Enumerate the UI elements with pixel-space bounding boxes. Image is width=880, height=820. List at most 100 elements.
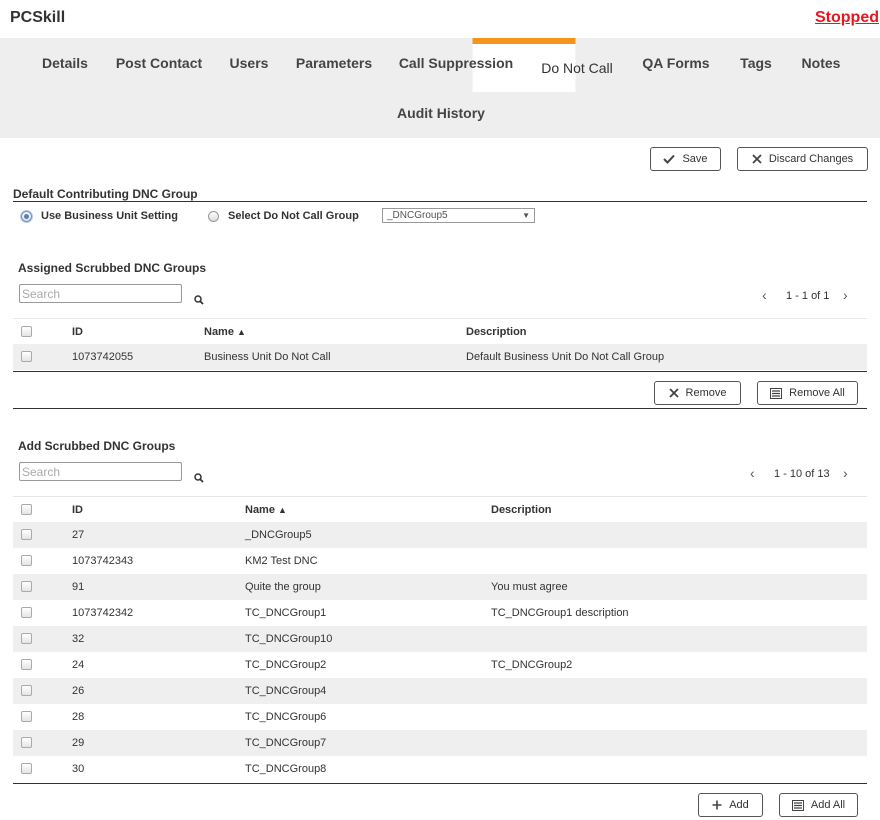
table-row: 1073742055 Business Unit Do Not Call Def… <box>13 344 867 370</box>
cell-id: 26 <box>72 685 85 697</box>
cell-name: TC_DNCGroup1 <box>245 607 327 619</box>
status-link[interactable]: Stopped <box>815 9 879 27</box>
tab-users[interactable]: Users <box>230 55 269 71</box>
assigned-search-input[interactable] <box>19 284 182 303</box>
row-checkbox[interactable] <box>21 633 32 644</box>
assigned-prev-page-icon[interactable]: ‹ <box>762 287 767 303</box>
available-table-header: ID Name ▲ Description <box>13 496 867 523</box>
discard-changes-button[interactable]: Discard Changes <box>737 147 868 171</box>
row-checkbox[interactable] <box>21 737 32 748</box>
cell-name: Business Unit Do Not Call <box>204 351 331 363</box>
table-row: 1073742342 TC_DNCGroup1 TC_DNCGroup1 descr… <box>13 600 867 626</box>
row-checkbox[interactable] <box>21 763 32 774</box>
table-row: 28 TC_DNCGroup6 <box>13 704 867 730</box>
use-business-unit-label: Use Business Unit Setting <box>41 210 178 222</box>
available-select-all-checkbox[interactable] <box>21 504 32 515</box>
select-dnc-group-label: Select Do Not Call Group <box>228 210 359 222</box>
row-checkbox[interactable] <box>21 555 32 566</box>
cell-id: 28 <box>72 711 85 723</box>
table-divider <box>13 371 867 372</box>
discard-button-label: Discard Changes <box>768 153 854 165</box>
table-row: 27 _DNCGroup5 <box>13 522 867 548</box>
cell-name: _DNCGroup5 <box>245 529 312 541</box>
plus-icon <box>712 800 722 810</box>
table-row: 91 Quite the group You must agree <box>13 574 867 600</box>
assigned-groups-title: Assigned Scrubbed DNC Groups <box>18 261 207 275</box>
available-prev-page-icon[interactable]: ‹ <box>750 465 755 481</box>
assigned-col-name[interactable]: Name ▲ <box>204 326 246 338</box>
search-icon[interactable] <box>194 473 204 483</box>
tab-call-suppression[interactable]: Call Suppression <box>399 55 513 71</box>
tab-tags[interactable]: Tags <box>740 55 772 71</box>
add-button-label: Add <box>729 799 749 811</box>
close-icon <box>752 154 762 164</box>
list-icon <box>770 387 783 399</box>
cell-name: KM2 Test DNC <box>245 555 318 567</box>
search-icon[interactable] <box>194 295 204 305</box>
tab-bar: Details Post Contact Users Parameters Ca… <box>0 38 880 138</box>
list-icon <box>791 799 804 811</box>
remove-button-label: Remove <box>685 387 727 399</box>
add-all-button[interactable]: Add All <box>779 793 858 817</box>
add-button[interactable]: Add <box>698 793 763 817</box>
tab-post-contact[interactable]: Post Contact <box>116 55 202 71</box>
cell-id: 1073742342 <box>72 607 134 619</box>
cell-name: TC_DNCGroup8 <box>245 763 327 775</box>
available-col-description[interactable]: Description <box>491 504 552 516</box>
cell-name: TC_DNCGroup6 <box>245 711 327 723</box>
table-row: 32 TC_DNCGroup10 <box>13 626 867 652</box>
cell-id: 91 <box>72 581 85 593</box>
cell-name: Quite the group <box>245 581 321 593</box>
available-col-id[interactable]: ID <box>72 504 83 516</box>
tab-qa-forms[interactable]: QA Forms <box>642 55 709 71</box>
row-checkbox[interactable] <box>21 711 32 722</box>
table-row: 1073742343 KM2 Test DNC <box>13 548 867 574</box>
tab-audit-history[interactable]: Audit History <box>397 105 485 121</box>
cell-id: 29 <box>72 737 85 749</box>
assigned-col-id[interactable]: ID <box>72 326 83 338</box>
available-next-page-icon[interactable]: › <box>843 465 848 481</box>
remove-button[interactable]: Remove <box>654 381 741 405</box>
table-row: 30 TC_DNCGroup8 <box>13 756 867 782</box>
table-row: 29 TC_DNCGroup7 <box>13 730 867 756</box>
assigned-next-page-icon[interactable]: › <box>843 287 848 303</box>
tab-parameters[interactable]: Parameters <box>296 55 372 71</box>
sort-asc-icon: ▲ <box>278 505 287 515</box>
tab-notes[interactable]: Notes <box>802 55 841 71</box>
dnc-group-dropdown[interactable]: _DNCGroup5 ▼ <box>382 208 535 223</box>
row-checkbox[interactable] <box>21 607 32 618</box>
remove-all-button[interactable]: Remove All <box>757 381 858 405</box>
remove-all-button-label: Remove All <box>789 387 845 399</box>
cell-name: TC_DNCGroup7 <box>245 737 327 749</box>
cell-description: Default Business Unit Do Not Call Group <box>466 351 665 363</box>
assigned-table-header: ID Name ▲ Description <box>13 318 867 345</box>
section-divider <box>13 201 867 202</box>
assigned-col-description[interactable]: Description <box>466 326 527 338</box>
close-icon <box>668 388 679 398</box>
row-checkbox[interactable] <box>21 581 32 592</box>
add-groups-title: Add Scrubbed DNC Groups <box>18 439 176 453</box>
cell-id: 1073742055 <box>72 351 134 363</box>
select-dnc-group-radio[interactable] <box>208 211 219 222</box>
cell-id: 27 <box>72 529 85 541</box>
section-divider <box>13 408 867 409</box>
cell-description: TC_DNCGroup1 description <box>491 607 629 619</box>
row-checkbox[interactable] <box>21 529 32 540</box>
use-business-unit-radio[interactable] <box>21 211 32 222</box>
tab-do-not-call[interactable]: Do Not Call <box>541 60 613 76</box>
cell-id: 32 <box>72 633 85 645</box>
table-row: 26 TC_DNCGroup4 <box>13 678 867 704</box>
check-icon <box>663 154 676 164</box>
tab-details[interactable]: Details <box>42 55 88 71</box>
assigned-select-all-checkbox[interactable] <box>21 326 32 337</box>
available-search-input[interactable] <box>19 462 182 481</box>
row-checkbox[interactable] <box>21 685 32 696</box>
cell-id: 1073742343 <box>72 555 134 567</box>
row-checkbox[interactable] <box>21 351 32 362</box>
available-col-name[interactable]: Name ▲ <box>245 504 287 516</box>
default-group-title: Default Contributing DNC Group <box>13 187 198 201</box>
cell-name: TC_DNCGroup4 <box>245 685 327 697</box>
save-button[interactable]: Save <box>650 147 721 171</box>
app-header: PCSkill Stopped <box>0 0 880 38</box>
row-checkbox[interactable] <box>21 659 32 670</box>
